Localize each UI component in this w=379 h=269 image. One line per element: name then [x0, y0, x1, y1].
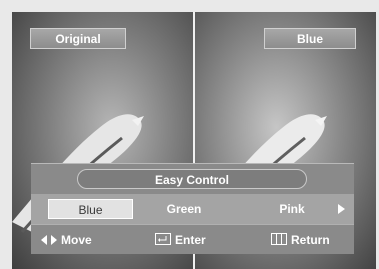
adjusted-label: Blue: [264, 28, 356, 49]
move-label: Move: [61, 233, 92, 247]
return-icon: [271, 232, 287, 249]
option-blue[interactable]: Blue: [48, 199, 133, 219]
option-green[interactable]: Green: [149, 199, 219, 219]
move-hint: Move: [41, 232, 92, 248]
menu-header: Easy Control: [31, 163, 354, 195]
return-label: Return: [291, 233, 330, 247]
enter-icon: [155, 232, 171, 249]
original-label: Original: [30, 28, 126, 49]
menu-footer: Move Enter Return: [31, 224, 354, 254]
return-hint: Return: [271, 232, 330, 248]
tv-screen: Original Blue Easy Control Blue Green Pi…: [0, 0, 379, 269]
arrow-right-icon[interactable]: [338, 204, 345, 214]
option-pink[interactable]: Pink: [257, 199, 327, 219]
option-row: Blue Green Pink: [31, 194, 354, 224]
left-right-arrows-icon: [41, 233, 57, 249]
enter-label: Enter: [175, 233, 206, 247]
enter-hint: Enter: [155, 232, 206, 248]
easy-control-menu: Easy Control Blue Green Pink Move Enter: [31, 163, 354, 254]
menu-title: Easy Control: [77, 169, 307, 189]
